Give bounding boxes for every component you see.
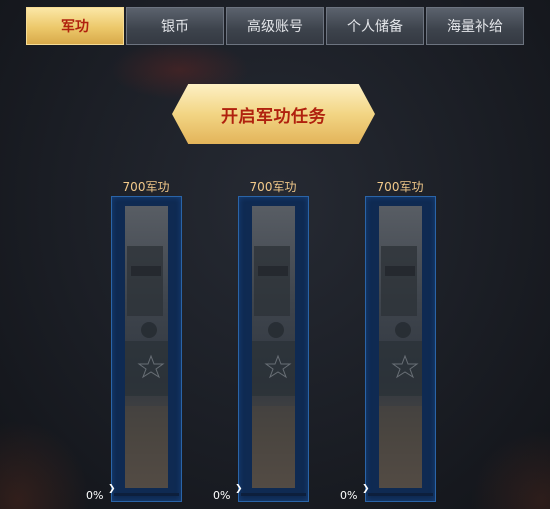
progress-marker-icon: ❯ [362, 484, 370, 494]
start-mission-button[interactable]: 开启军功任务 [172, 84, 375, 144]
tab-mass-supply[interactable]: 海量补给 [426, 7, 524, 45]
progress-percent: 0% [213, 489, 231, 502]
progress-percent: 0% [340, 489, 358, 502]
progress-bar: ❯ [362, 196, 436, 502]
progress-bar: ❯ [108, 196, 182, 502]
tank-image [125, 206, 168, 488]
tab-personal-reserve[interactable]: 个人储备 [326, 7, 424, 45]
reward-label: 700军功 [376, 180, 424, 194]
background-glow [0, 420, 90, 509]
progress-marker-icon: ❯ [235, 484, 243, 494]
tank-icon [252, 246, 295, 488]
progress-bar: ❯ [235, 196, 309, 502]
reward-label: 700军功 [122, 180, 170, 194]
tab-premium-account[interactable]: 高级账号 [226, 7, 324, 45]
tab-bar: 军功 银币 高级账号 个人储备 海量补给 [26, 7, 526, 45]
progress-marker-icon: ❯ [108, 484, 116, 494]
tank-image [379, 206, 422, 488]
tab-silver[interactable]: 银币 [126, 7, 224, 45]
progress-track: ❯ [362, 485, 433, 496]
tank-icon [125, 246, 168, 488]
progress-track: ❯ [235, 485, 306, 496]
reward-label: 700军功 [249, 180, 297, 194]
progress-track: ❯ [108, 485, 179, 496]
tank-icon [379, 246, 422, 488]
tab-military-merit[interactable]: 军功 [26, 7, 124, 45]
tank-image [252, 206, 295, 488]
background-glow [470, 430, 550, 509]
progress-percent: 0% [86, 489, 104, 502]
